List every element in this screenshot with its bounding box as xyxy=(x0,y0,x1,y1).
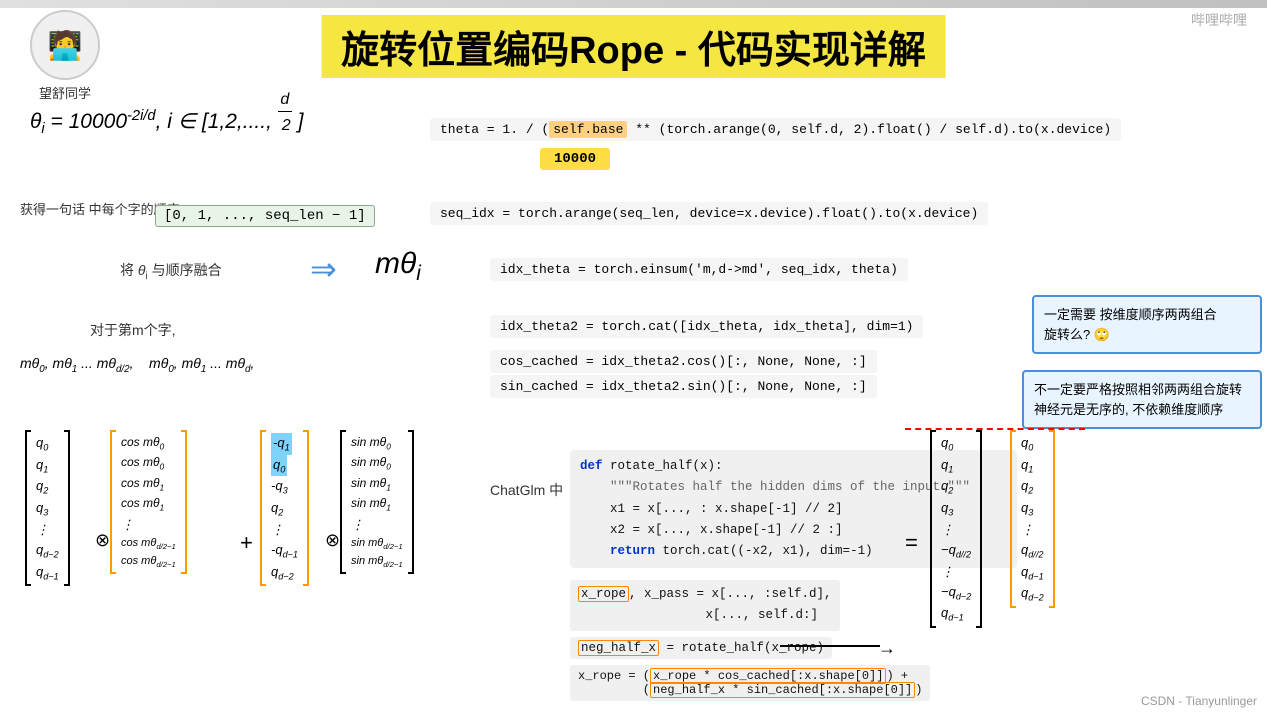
arrow-head: → xyxy=(878,638,896,659)
code-xrope-final: x_rope = (x_rope * cos_cached[:x.shape[0… xyxy=(570,665,930,701)
matrix-result-right: q0 q1 q2 q3 ⋮ qd//2 qd−1 qd−2 xyxy=(1010,430,1055,608)
code-xrope-pass: x_rope, x_pass = x[..., :self.d], x[...,… xyxy=(570,580,840,631)
top-bar xyxy=(0,0,1267,8)
arrow-right: ⇒ xyxy=(310,250,337,288)
highlight-10000: 10000 xyxy=(540,148,610,170)
annotation-box-1: 一定需要 按维度顺序两两组合 旋转么? 🙄 xyxy=(1032,295,1262,354)
code-cos: cos_cached = idx_theta2.cos()[:, None, N… xyxy=(490,350,877,373)
chatglm-label: ChatGlm 中 xyxy=(490,480,563,500)
for-label: 对于第m个字, xyxy=(90,320,176,340)
watermark-top-right: 哔哩哔哩 xyxy=(1191,10,1247,30)
matrix-sin: sin mθ0 sin mθ0 sin mθ1 sin mθ1 ⋮ sin mθ… xyxy=(340,430,414,574)
avatar-label: 望舒同学 xyxy=(30,83,100,102)
code-sin: sin_cached = idx_theta2.sin()[:, None, N… xyxy=(490,375,877,398)
theta-formula: θi = 10000-2i/d, i ∈ [1,2,...., d 2 ] xyxy=(30,108,303,137)
avatar-area: 🧑‍💻 望舒同学 xyxy=(30,10,100,102)
arrow-line xyxy=(780,645,880,647)
watermark-bottom: CSDN - Tianyunlinger xyxy=(1141,694,1257,708)
tensor-mult-2: ⊗ xyxy=(325,530,340,551)
seq-box: [0, 1, ..., seq_len − 1] xyxy=(155,205,375,227)
slide: 🧑‍💻 望舒同学 旋转位置编码Rope - 代码实现详解 哔哩哔哩 θi = 1… xyxy=(0,0,1267,713)
matrix-neg-q: -q1 q0 -q3 q2 ⋮ -qd−1 qd−2 xyxy=(260,430,309,586)
tensor-mult-1: ⊗ xyxy=(95,530,110,551)
code-cat: idx_theta2 = torch.cat([idx_theta, idx_t… xyxy=(490,315,923,338)
highlight-base: self.base xyxy=(549,121,627,138)
annotation-box-2: 不一定要严格按照相邻两两组合旋转 神经元是无序的, 不依赖维度顺序 xyxy=(1022,370,1262,429)
code-theta-line: theta = 1. / (self.base ** (torch.arange… xyxy=(430,118,1121,141)
code-combine: idx_theta = torch.einsum('m,d->md', seq_… xyxy=(490,258,908,281)
matrix-q-left: q0 q1 q2 q3 ⋮ qd−2 qd−1 xyxy=(25,430,70,586)
combine-label: 将 θi 与顺序融合 xyxy=(120,260,222,282)
matrix-cos: cos mθ0 cos mθ0 cos mθ1 cos mθ1 ⋮ cos mθ… xyxy=(110,430,187,574)
matrix-formula-line: mθ0, mθ1 ... mθd/2, mθ0, mθ1 ... mθd, xyxy=(20,355,254,375)
plus-sign-1: + xyxy=(240,530,253,556)
page-title: 旋转位置编码Rope - 代码实现详解 xyxy=(321,15,946,78)
matrix-result-left: q0 q1 q2 q3 ⋮ −qd//2 ⋮ −qd−2 qd−1 xyxy=(930,430,982,628)
code-seq: seq_idx = torch.arange(seq_len, device=x… xyxy=(430,202,988,225)
equals-sign: = xyxy=(905,530,918,556)
avatar: 🧑‍💻 xyxy=(30,10,100,80)
red-dashed-line xyxy=(905,428,1085,430)
m-theta-symbol: mθi xyxy=(375,247,421,286)
code-neghalf: neg_half_x = rotate_half(x_rope) xyxy=(570,637,832,659)
